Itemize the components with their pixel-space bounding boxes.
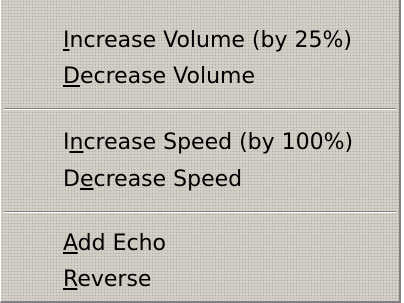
accelerator-key: R: [63, 267, 78, 292]
menu-separator: [4, 108, 396, 110]
effects-context-menu: Increase Volume (by 25%) Decrease Volume…: [0, 0, 401, 303]
menu-item-text: D: [63, 167, 80, 192]
menu-separator: [4, 211, 396, 213]
menu-item-text: crease Speed (by 100%): [83, 130, 354, 155]
menu-item-text: crease Speed: [93, 167, 243, 192]
menu-item-decrease-speed[interactable]: Decrease Speed: [63, 162, 242, 198]
menu-item-text: ncrease Volume (by 25%): [69, 28, 352, 53]
accelerator-key: D: [63, 64, 80, 89]
menu-item-add-echo[interactable]: Add Echo: [63, 226, 166, 262]
accelerator-key: n: [69, 130, 84, 155]
menu-item-increase-volume[interactable]: Increase Volume (by 25%): [63, 23, 352, 59]
menu-item-decrease-volume[interactable]: Decrease Volume: [63, 59, 255, 95]
menu-item-text: everse: [77, 267, 152, 292]
menu-item-text: dd Echo: [77, 231, 166, 256]
accelerator-key: e: [79, 167, 94, 192]
menu-item-text: ecrease Volume: [79, 64, 255, 89]
menu-item-reverse[interactable]: Reverse: [63, 262, 151, 298]
menu-item-increase-speed[interactable]: Increase Speed (by 100%): [63, 125, 353, 161]
accelerator-key: A: [63, 231, 78, 256]
